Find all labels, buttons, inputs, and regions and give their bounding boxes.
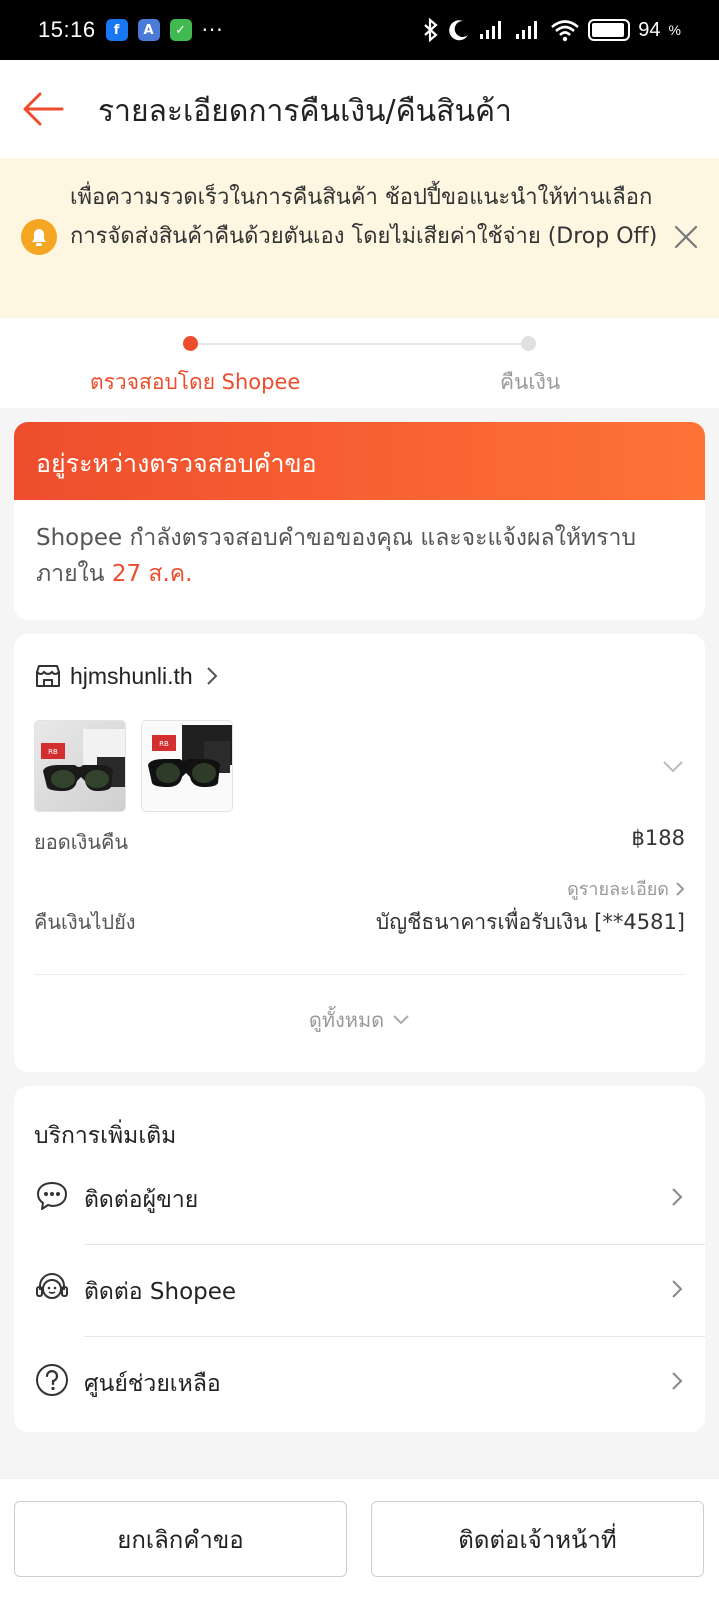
- refund-destination-value: บัญชีธนาคารเพื่อรับเงิน [**4581]: [375, 910, 685, 934]
- divider: [84, 1244, 705, 1245]
- refund-amount-label: ยอดเงินคืน: [34, 830, 129, 854]
- chat-icon: [37, 1182, 67, 1210]
- support-agent-icon: [36, 1273, 68, 1299]
- see-all-label: ดูทั้งหมด: [308, 1008, 385, 1032]
- view-details-label: ดูรายละเอียด: [567, 879, 669, 900]
- close-icon[interactable]: [672, 223, 700, 251]
- notice-text: เพื่อความรวดเร็วในการคืนสินค้า ช้อปปี้ขอ…: [70, 185, 658, 249]
- bell-icon: [21, 219, 57, 255]
- bluetooth-icon: [424, 18, 438, 42]
- chevron-down-icon[interactable]: [662, 760, 684, 774]
- shop-name: hjmshunli.th: [70, 662, 193, 689]
- back-arrow-icon[interactable]: [22, 90, 64, 128]
- contact-agent-button[interactable]: ติดต่อเจ้าหน้าที่: [371, 1501, 704, 1577]
- status-body: Shopee กำลังตรวจสอบคำขอของคุณ และจะแจ้งผ…: [14, 500, 705, 612]
- chevron-right-icon: [672, 1372, 683, 1390]
- translate-icon: A: [137, 19, 160, 41]
- view-details-link[interactable]: ดูรายละเอียด: [567, 874, 685, 903]
- signal-icon: [516, 21, 538, 39]
- wifi-icon: [551, 20, 580, 42]
- status-bar-right: 94%: [422, 18, 681, 42]
- bottom-action-bar: ยกเลิกคำขอ ติดต่อเจ้าหน้าที่: [0, 1478, 719, 1600]
- status-time: 15:16: [38, 17, 96, 42]
- svg-text:RB: RB: [159, 740, 169, 748]
- status-bar: 15:16 f A ✓ ··· 94%: [0, 0, 719, 60]
- chevron-right-icon: [672, 1280, 683, 1298]
- refund-amount-value: ฿188: [631, 826, 685, 850]
- help-icon: [36, 1364, 68, 1396]
- notice-banner: เพื่อความรวดเร็วในการคืนสินค้า ช้อปปี้ขอ…: [0, 158, 719, 318]
- divider: [34, 974, 685, 975]
- refund-destination-label: คืนเงินไปยัง: [34, 910, 136, 934]
- step-connector: [190, 343, 528, 345]
- header: รายละเอียดการคืนเงิน/คืนสินค้า: [0, 60, 719, 158]
- shop-icon: [36, 665, 60, 687]
- facebook-icon: f: [105, 19, 128, 41]
- chevron-down-icon: [393, 1015, 409, 1025]
- overflow-indicator: ···: [201, 18, 224, 42]
- help-center-label: ศูนย์ช่วยเหลือ: [84, 1371, 221, 1397]
- contact-shopee-label: ติดต่อ Shopee: [84, 1279, 237, 1305]
- svg-text:RB: RB: [48, 748, 58, 756]
- services-card: บริการเพิ่มเติม ติดต่อผู้ขาย ติดต่อ Shop…: [14, 1086, 705, 1432]
- step-dot-inactive: [521, 336, 536, 351]
- moon-icon: [449, 20, 469, 41]
- cancel-request-button[interactable]: ยกเลิกคำขอ: [14, 1501, 347, 1577]
- status-heading: อยู่ระหว่างตรวจสอบคำขอ: [14, 422, 705, 500]
- page-title: รายละเอียดการคืนเงิน/คืนสินค้า: [98, 94, 512, 129]
- divider: [84, 1336, 705, 1337]
- status-card: อยู่ระหว่างตรวจสอบคำขอ Shopee กำลังตรวจส…: [14, 422, 705, 620]
- services-title: บริการเพิ่มเติม: [34, 1123, 177, 1149]
- help-center-row[interactable]: ศูนย์ช่วยเหลือ: [14, 1336, 705, 1428]
- status-bar-left: 15:16 f A ✓ ···: [38, 17, 224, 43]
- shop-row[interactable]: hjmshunli.th: [34, 662, 219, 690]
- step-label-review: ตรวจสอบโดย Shopee: [90, 370, 301, 394]
- contact-seller-label: ติดต่อผู้ขาย: [84, 1187, 199, 1213]
- signal-icon: [480, 21, 502, 39]
- contact-seller-row[interactable]: ติดต่อผู้ขาย: [14, 1152, 705, 1244]
- chevron-right-icon: [207, 667, 218, 685]
- order-card: hjmshunli.th RB RB ยอดเงินคืน ฿188 ดูราย…: [14, 634, 705, 1072]
- step-dot-active: [183, 336, 198, 351]
- chevron-right-icon: [672, 1188, 683, 1206]
- product-thumbnail[interactable]: RB: [34, 720, 126, 812]
- shield-icon: ✓: [169, 19, 192, 41]
- chevron-right-icon: [676, 881, 685, 896]
- contact-shopee-row[interactable]: ติดต่อ Shopee: [14, 1244, 705, 1336]
- progress-steps: ตรวจสอบโดย Shopee คืนเงิน: [0, 318, 719, 408]
- battery-percent: 94: [638, 18, 661, 41]
- step-label-refund: คืนเงิน: [500, 370, 561, 394]
- see-all-button[interactable]: ดูทั้งหมด: [14, 1004, 705, 1036]
- status-date: 27 ส.ค.: [111, 561, 193, 587]
- product-thumbnail[interactable]: RB: [141, 720, 233, 812]
- battery-icon: [588, 19, 631, 41]
